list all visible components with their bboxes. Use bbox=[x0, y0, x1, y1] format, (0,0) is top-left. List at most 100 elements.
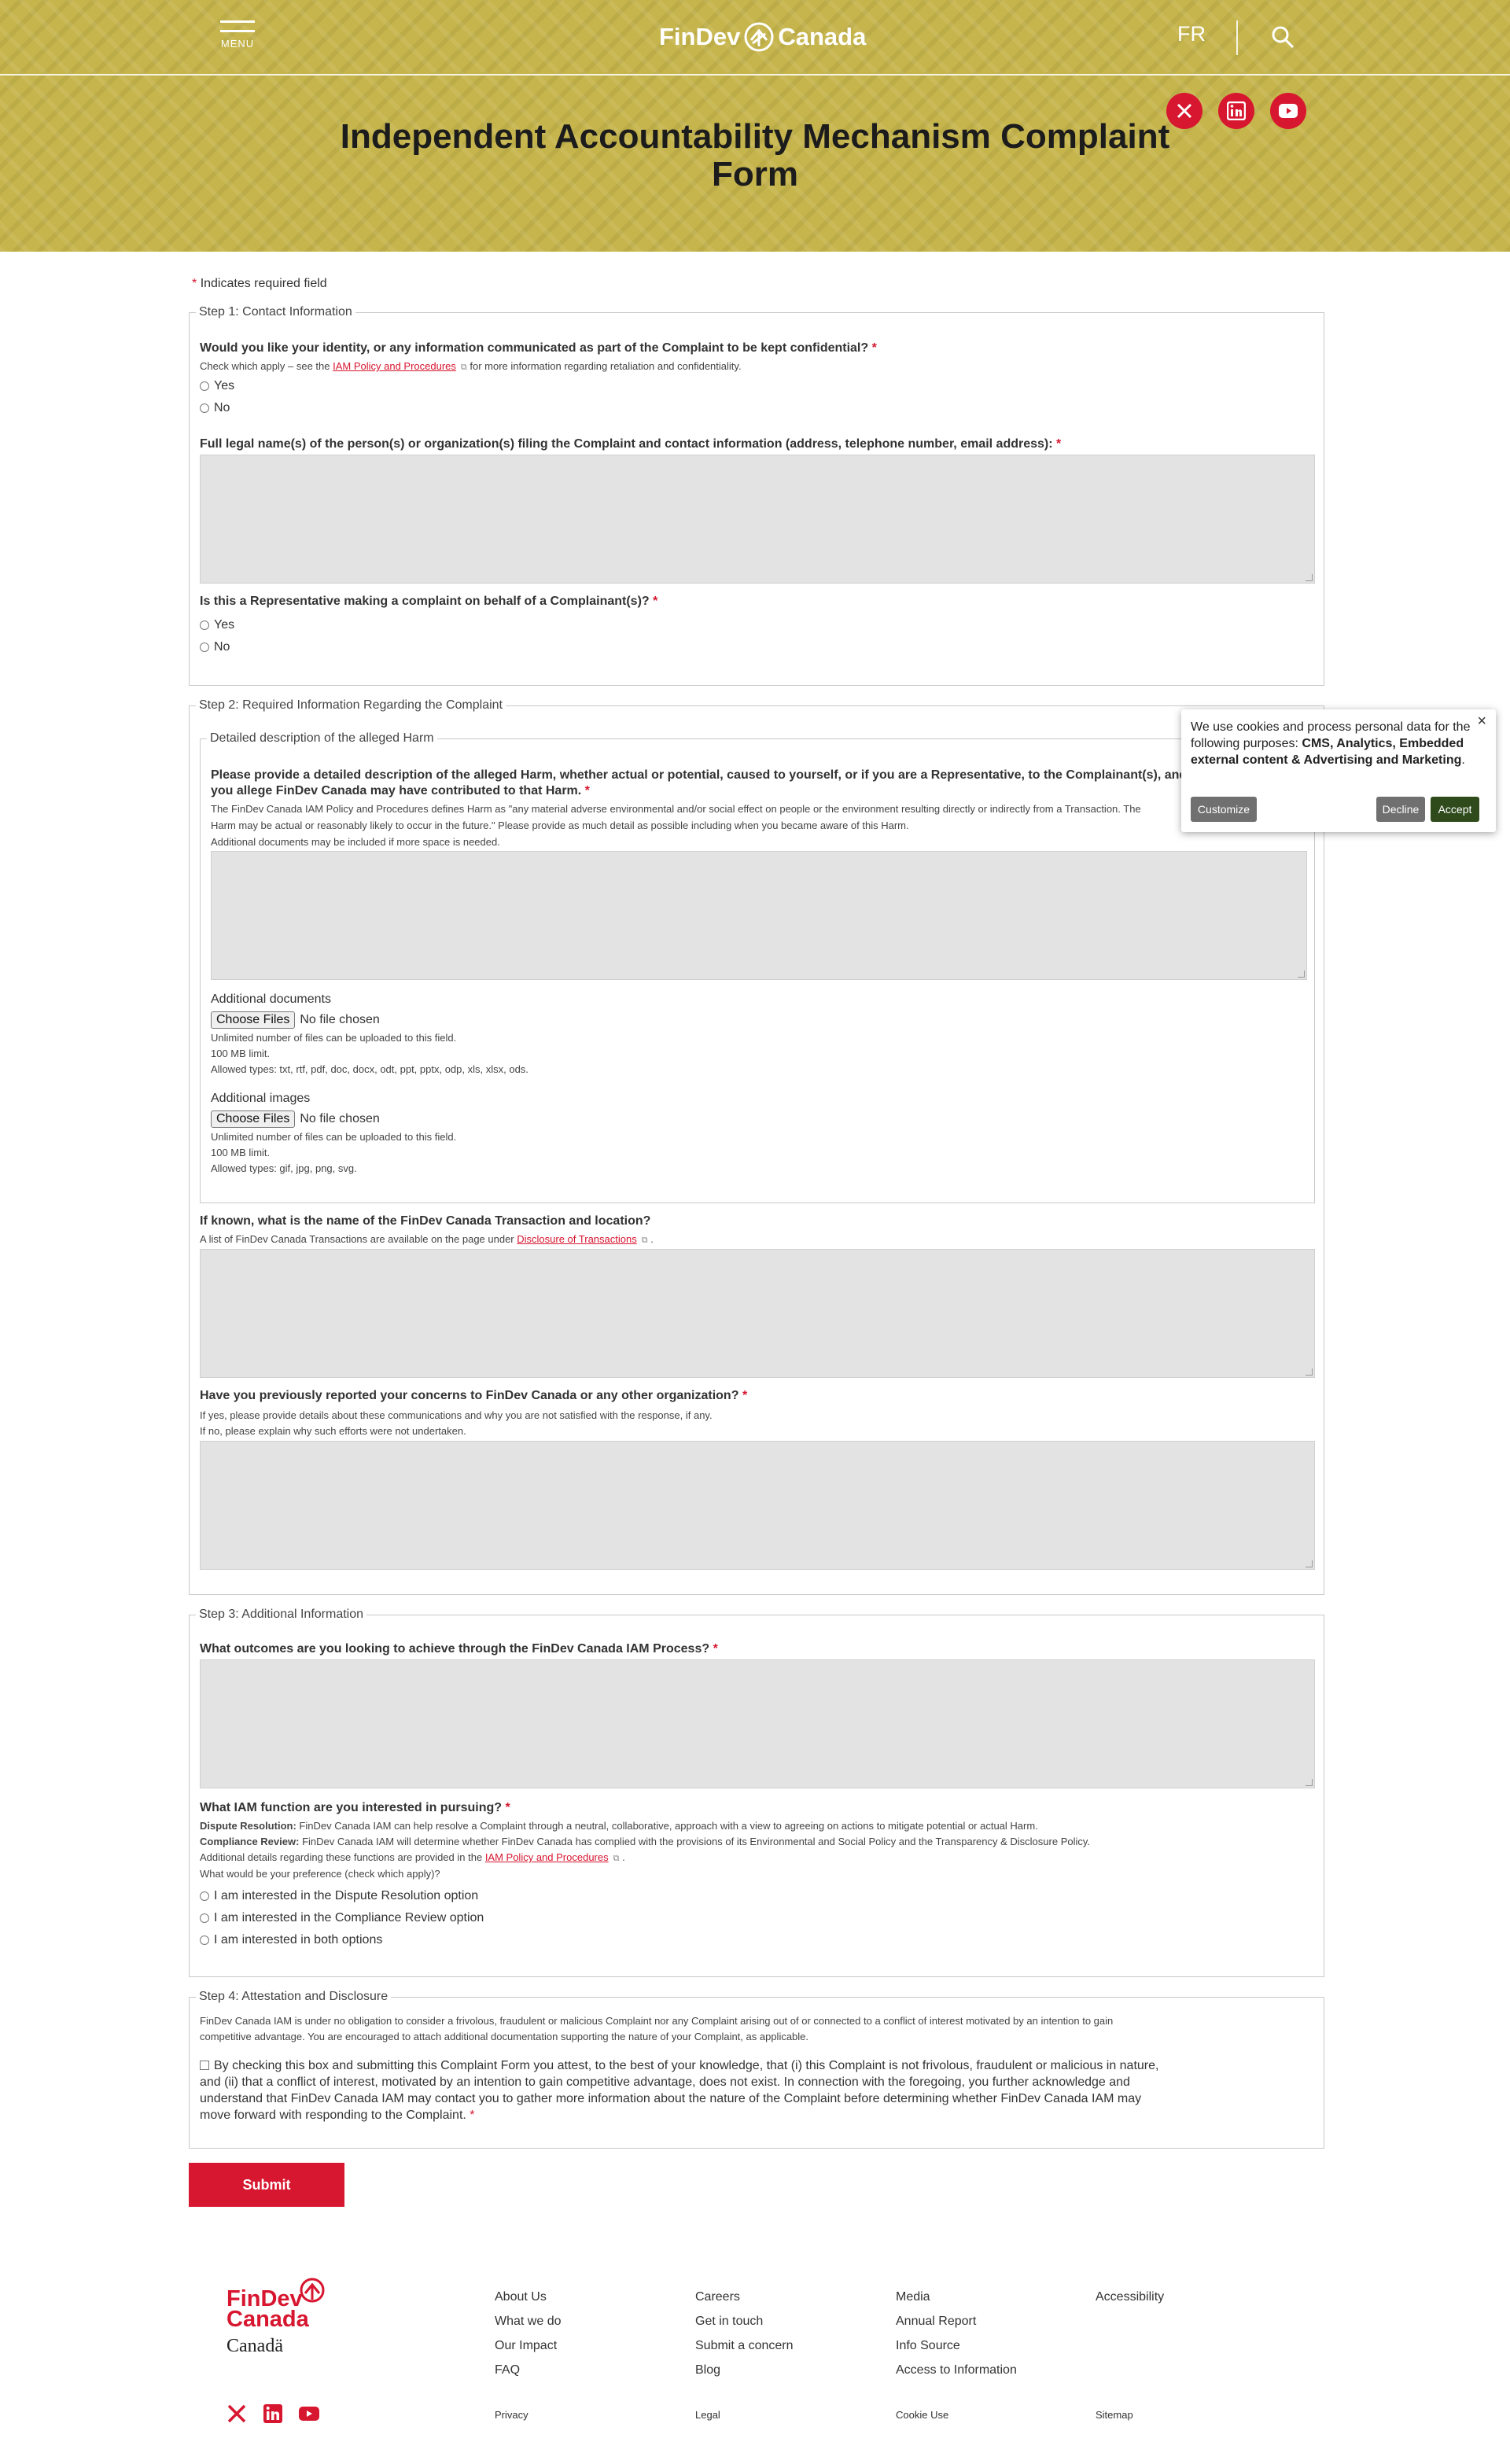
both-options-option[interactable]: I am interested in both options bbox=[200, 1933, 382, 1947]
footer-link-privacy[interactable]: Privacy bbox=[495, 2409, 528, 2421]
findev-logo[interactable]: FinDev Canada bbox=[659, 17, 866, 57]
harm-legend: Detailed description of the alleged Harm bbox=[210, 731, 434, 745]
reported-textarea[interactable] bbox=[200, 1441, 1315, 1570]
page-header: MENU FinDev Canada FR Independent Accoun… bbox=[0, 0, 1510, 252]
confidential-no-option[interactable]: No bbox=[200, 401, 230, 415]
required-asterisk: * bbox=[584, 784, 590, 797]
choose-files-button[interactable]: Choose Files bbox=[211, 1011, 296, 1029]
youtube-icon[interactable] bbox=[299, 2403, 319, 2424]
outcomes-textarea[interactable] bbox=[200, 1659, 1315, 1788]
footer-link-annual-report[interactable]: Annual Report bbox=[896, 2315, 976, 2329]
customize-button[interactable]: Customize bbox=[1191, 797, 1257, 822]
details-description: Additional details regarding these funct… bbox=[200, 1850, 1317, 1866]
names-question: Full legal name(s) of the person(s) or o… bbox=[200, 437, 1061, 451]
findev-leaf-icon bbox=[300, 2278, 325, 2303]
step2-legend: Step 2: Required Information Regarding t… bbox=[199, 698, 503, 712]
footer-link-our-impact[interactable]: Our Impact bbox=[495, 2339, 557, 2353]
language-toggle[interactable]: FR bbox=[1177, 22, 1206, 46]
preference-text: What would be your preference (check whi… bbox=[200, 1868, 440, 1880]
reported-desc-line1: If yes, please provide details about the… bbox=[200, 1409, 713, 1421]
attestation-intro-line2: competitive advantage. You are encourage… bbox=[200, 2031, 809, 2042]
footer-link-access-to-information[interactable]: Access to Information bbox=[896, 2363, 1017, 2377]
images-limit-1: Unlimited number of files can be uploade… bbox=[211, 1131, 457, 1143]
external-link-icon: ⧉ bbox=[613, 1854, 620, 1863]
menu-label: MENU bbox=[220, 38, 255, 50]
accept-button[interactable]: Accept bbox=[1431, 797, 1479, 822]
harm-question-line2-text: you allege FinDev Canada may have contri… bbox=[211, 784, 582, 797]
representative-yes-option[interactable]: Yes bbox=[200, 618, 234, 632]
radio-label: I am interested in the Dispute Resolutio… bbox=[214, 1889, 479, 1902]
radio-button[interactable] bbox=[200, 1891, 209, 1901]
choose-images-button[interactable]: Choose Files bbox=[211, 1110, 296, 1128]
footer-link-faq[interactable]: FAQ bbox=[495, 2363, 520, 2377]
radio-button[interactable] bbox=[200, 1913, 209, 1923]
documents-file-input[interactable]: Choose Files No file chosen bbox=[211, 1011, 380, 1029]
additional-documents-label: Additional documents bbox=[211, 993, 331, 1006]
radio-button[interactable] bbox=[200, 403, 209, 413]
harm-question-line2: you allege FinDev Canada may have contri… bbox=[211, 783, 1312, 799]
representative-no-option[interactable]: No bbox=[200, 640, 230, 654]
radio-button[interactable] bbox=[200, 381, 209, 391]
footer-link-blog[interactable]: Blog bbox=[695, 2363, 720, 2377]
radio-label: No bbox=[214, 640, 230, 654]
names-textarea[interactable] bbox=[200, 455, 1315, 584]
footer-link-sitemap[interactable]: Sitemap bbox=[1096, 2409, 1133, 2421]
radio-label: I am interested in the Compliance Review… bbox=[214, 1911, 484, 1924]
outcomes-question-text: What outcomes are you looking to achieve… bbox=[200, 1642, 710, 1656]
footer-link-submit-concern[interactable]: Submit a concern bbox=[695, 2339, 794, 2353]
radio-button[interactable] bbox=[200, 643, 209, 652]
footer-link-info-source[interactable]: Info Source bbox=[896, 2339, 960, 2353]
transaction-textarea[interactable] bbox=[200, 1249, 1315, 1378]
footer-link-careers[interactable]: Careers bbox=[695, 2290, 740, 2304]
radio-label: I am interested in both options bbox=[214, 1933, 383, 1947]
linkedin-icon[interactable] bbox=[263, 2403, 283, 2424]
required-asterisk: * bbox=[871, 341, 877, 355]
harm-description: The FinDev Canada IAM Policy and Procedu… bbox=[211, 801, 1312, 850]
iam-policy-link[interactable]: IAM Policy and Procedures bbox=[333, 360, 456, 372]
names-question-text: Full legal name(s) of the person(s) or o… bbox=[200, 437, 1053, 451]
harm-question: Please provide a detailed description of… bbox=[211, 768, 1312, 799]
required-field-note: * Indicates required field bbox=[192, 277, 327, 291]
attestation-intro: FinDev Canada IAM is under no obligation… bbox=[200, 2013, 1317, 2045]
footer-link-accessibility[interactable]: Accessibility bbox=[1096, 2290, 1164, 2304]
documents-limits: Unlimited number of files can be uploade… bbox=[211, 1030, 528, 1077]
disclosure-of-transactions-link[interactable]: Disclosure of Transactions bbox=[517, 1233, 636, 1245]
confidential-desc-pre: Check which apply – see the bbox=[200, 360, 330, 372]
radio-button[interactable] bbox=[200, 621, 209, 630]
images-limit-2: 100 MB limit. bbox=[211, 1147, 271, 1158]
outcomes-question: What outcomes are you looking to achieve… bbox=[200, 1642, 718, 1656]
x-icon[interactable] bbox=[226, 2403, 247, 2424]
harm-textarea[interactable] bbox=[211, 851, 1307, 980]
footer-link-what-we-do[interactable]: What we do bbox=[495, 2315, 561, 2329]
step4-legend: Step 4: Attestation and Disclosure bbox=[199, 1990, 389, 2003]
reported-question-text: Have you previously reported your concer… bbox=[200, 1389, 739, 1402]
footer-link-legal[interactable]: Legal bbox=[695, 2409, 720, 2421]
attestation-checkbox[interactable] bbox=[200, 2061, 209, 2070]
dispute-resolution-option[interactable]: I am interested in the Dispute Resolutio… bbox=[200, 1889, 478, 1903]
attestation-checkbox-field[interactable]: By checking this box and submitting this… bbox=[200, 2057, 1317, 2123]
no-file-chosen: No file chosen bbox=[300, 1013, 380, 1026]
search-icon[interactable] bbox=[1269, 24, 1296, 50]
no-image-chosen: No file chosen bbox=[300, 1112, 380, 1125]
findev-leaf-icon bbox=[744, 22, 774, 52]
youtube-icon[interactable] bbox=[1270, 93, 1306, 129]
submit-button[interactable]: Submit bbox=[189, 2163, 344, 2207]
cookie-text-post: . bbox=[1461, 753, 1465, 767]
footer-link-about-us[interactable]: About Us bbox=[495, 2290, 547, 2304]
dispute-text: FinDev Canada IAM can help resolve a Com… bbox=[299, 1820, 1038, 1832]
footer-link-get-in-touch[interactable]: Get in touch bbox=[695, 2315, 763, 2329]
required-note-text: Indicates required field bbox=[200, 277, 327, 290]
footer-logo[interactable]: FinDev Canada Canadä bbox=[226, 2273, 337, 2367]
footer-link-cookie-use[interactable]: Cookie Use bbox=[896, 2409, 948, 2421]
iam-policy-link-2[interactable]: IAM Policy and Procedures bbox=[485, 1851, 609, 1863]
linkedin-icon[interactable] bbox=[1218, 93, 1254, 129]
confidential-yes-option[interactable]: Yes bbox=[200, 379, 234, 393]
compliance-review-option[interactable]: I am interested in the Compliance Review… bbox=[200, 1911, 484, 1925]
menu-button[interactable]: MENU bbox=[219, 20, 256, 58]
radio-button[interactable] bbox=[200, 1935, 209, 1945]
attestation-text-1: By checking this box and submitting this… bbox=[214, 2059, 1159, 2072]
images-file-input[interactable]: Choose Files No file chosen bbox=[211, 1110, 380, 1128]
decline-button[interactable]: Decline bbox=[1376, 797, 1425, 822]
function-question-text: What IAM function are you interested in … bbox=[200, 1801, 503, 1814]
footer-link-media[interactable]: Media bbox=[896, 2290, 930, 2304]
